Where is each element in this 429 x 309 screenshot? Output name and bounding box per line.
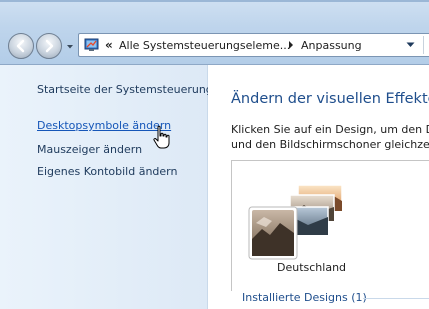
- theme-name-label[interactable]: Deutschland: [277, 261, 346, 274]
- description-line-2: und den Bildschirmschoner gleichzeit: [231, 138, 429, 151]
- section-divider: [363, 298, 429, 299]
- forward-button[interactable]: [36, 33, 62, 59]
- address-dropdown-icon[interactable]: [406, 42, 415, 48]
- address-separator: [423, 36, 424, 54]
- breadcrumb-all-control-panel-items[interactable]: Alle Systemsteuerungseleme...: [119, 39, 290, 52]
- page-title: Ändern der visuellen Effekte: [231, 91, 429, 107]
- installed-themes-header: Installierte Designs (1): [242, 291, 367, 304]
- breadcrumb-separator-icon[interactable]: [287, 40, 295, 50]
- address-overflow-chevron[interactable]: «: [105, 38, 113, 52]
- frame-edge: [0, 0, 429, 2]
- back-arrow-icon: [16, 39, 25, 53]
- sidebar-item-change-desktop-icons[interactable]: Desktopsymbole ändern: [37, 119, 171, 132]
- theme-gallery: Deutschland: [231, 160, 429, 291]
- sidebar-item-control-panel-home[interactable]: Startseite der Systemsteuerung: [37, 83, 213, 96]
- recent-pages-dropdown-icon[interactable]: [66, 43, 74, 51]
- breadcrumb-personalization[interactable]: Anpassung: [301, 39, 362, 52]
- hand-pointer-cursor-icon: [153, 125, 170, 149]
- main-content: Ändern der visuellen Effekte Klicken Sie…: [208, 65, 429, 309]
- task-pane: Startseite der Systemsteuerung Desktopsy…: [0, 65, 213, 309]
- window-toolbar: « Alle Systemsteuerungseleme... Anpassun…: [0, 0, 429, 65]
- description-line-1: Klicken Sie auf ein Design, um den De: [231, 123, 429, 136]
- address-bar[interactable]: « Alle Systemsteuerungseleme... Anpassun…: [78, 33, 429, 57]
- back-button[interactable]: [8, 33, 34, 59]
- sidebar-item-change-account-picture[interactable]: Eigenes Kontobild ändern: [37, 165, 177, 178]
- forward-arrow-icon: [45, 39, 54, 53]
- sidebar-item-change-mouse-pointers[interactable]: Mauszeiger ändern: [37, 143, 142, 156]
- control-panel-icon: [84, 38, 99, 51]
